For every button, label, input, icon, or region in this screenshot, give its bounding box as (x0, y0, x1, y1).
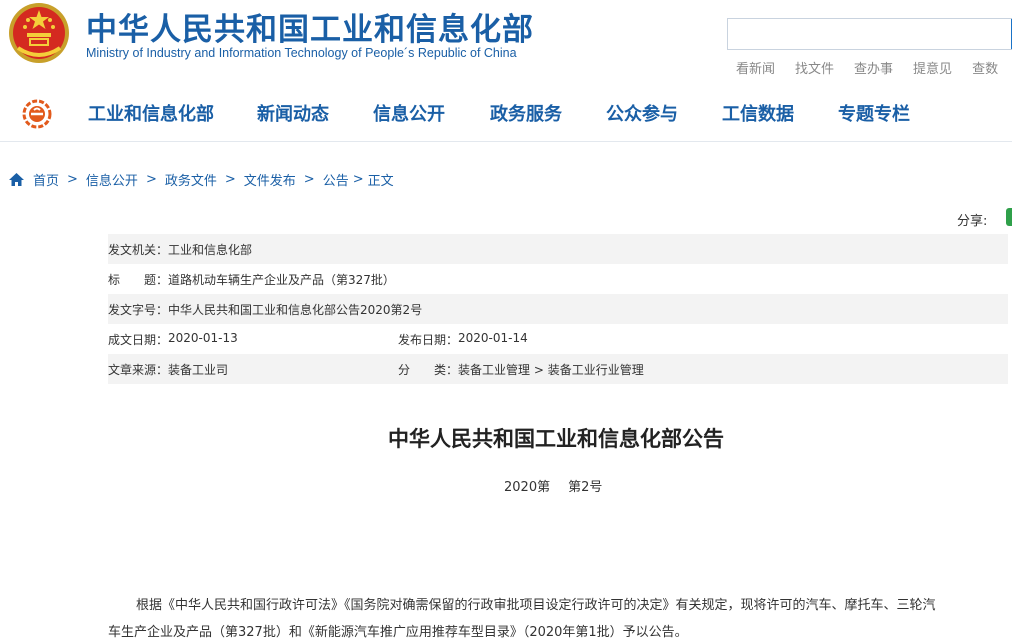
quick-link-documents[interactable]: 找文件 (795, 58, 834, 77)
meta-source-label: 文章来源： (108, 362, 169, 377)
site-title[interactable]: 中华人民共和国工业和信息化部 (86, 4, 534, 49)
breadcrumb-separator: > (352, 172, 364, 187)
meta-issuer-value: 工业和信息化部 (168, 242, 253, 257)
breadcrumb-announcement[interactable]: 公告 (323, 170, 349, 189)
breadcrumb-document-release[interactable]: 文件发布 (244, 170, 296, 189)
meta-source-value: 装备工业司 (168, 362, 229, 377)
quick-links: 看新闻 找文件 查办事 提意见 查数 (736, 58, 998, 77)
meta-category-value: 装备工业管理 > 装备工业行业管理 (458, 362, 644, 377)
meta-row-dates: 成文日期： 2020-01-13 发布日期： 2020-01-14 (108, 324, 1008, 354)
breadcrumb-home[interactable]: 首页 (33, 170, 59, 189)
nav-item-data[interactable]: 工信数据 (722, 100, 838, 126)
national-emblem-icon (9, 3, 69, 63)
nav-item-public-participation[interactable]: 公众参与 (606, 100, 722, 126)
miit-logo-icon (22, 99, 52, 129)
article-paragraph-line: 根据《中华人民共和国行政许可法》《国务院对确需保留的行政审批项目设定行政许可的决… (136, 598, 936, 613)
nav-item-info-disclosure[interactable]: 信息公开 (373, 100, 490, 126)
nav-items: 工业和信息化部 新闻动态 信息公开 政务服务 公众参与 工信数据 专题专栏 (88, 100, 938, 126)
quick-link-services[interactable]: 查办事 (854, 58, 893, 77)
meta-title-label: 标 题： (108, 272, 169, 287)
nav-item-ministry[interactable]: 工业和信息化部 (88, 100, 257, 126)
article-year: 2020第 (504, 480, 551, 495)
main-nav: 工业和信息化部 新闻动态 信息公开 政务服务 公众参与 工信数据 专题专栏 (0, 84, 1012, 142)
meta-created-label: 成文日期： (108, 332, 169, 347)
breadcrumb-separator: > (303, 172, 315, 187)
article-title: 中华人民共和国工业和信息化部公告 (388, 427, 724, 451)
meta-row-issuer: 发文机关： 工业和信息化部 (108, 234, 1008, 264)
nav-item-news[interactable]: 新闻动态 (257, 100, 373, 126)
meta-doc-number-label: 发文字号： (108, 302, 169, 317)
article-number: 第2号 (568, 480, 603, 495)
search-input[interactable] (727, 18, 1012, 50)
meta-doc-number-value: 中华人民共和国工业和信息化部公告2020第2号 (168, 302, 423, 317)
nav-item-gov-services[interactable]: 政务服务 (490, 100, 606, 126)
meta-source-cell: 文章来源： 装备工业司 (108, 361, 398, 378)
meta-row-source: 文章来源： 装备工业司 分 类： 装备工业管理 > 装备工业行业管理 (108, 354, 1008, 384)
meta-published-value: 2020-01-14 (458, 330, 528, 345)
breadcrumb-info-disclosure[interactable]: 信息公开 (86, 170, 138, 189)
breadcrumb-gov-documents[interactable]: 政务文件 (165, 170, 217, 189)
site-subtitle: Ministry of Industry and Information Tec… (86, 46, 517, 60)
meta-row-doc-number: 发文字号： 中华人民共和国工业和信息化部公告2020第2号 (108, 294, 1008, 324)
quick-link-news[interactable]: 看新闻 (736, 58, 775, 77)
meta-published-label: 发布日期： (398, 332, 459, 347)
article-body: 根据《中华人民共和国行政许可法》《国务院对确需保留的行政审批项目设定行政许可的决… (108, 592, 1012, 641)
breadcrumb-separator: > (67, 172, 78, 187)
meta-created-cell: 成文日期： 2020-01-13 (108, 331, 398, 348)
meta-category-cell: 分 类： 装备工业管理 > 装备工业行业管理 (398, 361, 644, 378)
meta-category-label: 分 类： (398, 362, 459, 377)
meta-created-value: 2020-01-13 (168, 330, 238, 345)
meta-title-value: 道路机动车辆生产企业及产品（第327批） (168, 272, 395, 287)
wechat-share-icon[interactable] (1006, 208, 1012, 226)
quick-link-feedback[interactable]: 提意见 (913, 58, 952, 77)
share-label: 分享: (957, 214, 988, 229)
breadcrumb: 首页 > 信息公开 > 政务文件 > 文件发布 > 公告 > 正文 (8, 170, 394, 189)
meta-published-cell: 发布日期： 2020-01-14 (398, 331, 528, 348)
document-metadata: 发文机关： 工业和信息化部 标 题： 道路机动车辆生产企业及产品（第327批） … (108, 234, 1008, 384)
home-icon (9, 173, 24, 186)
article-doc-number: 2020第 第2号 (504, 476, 602, 495)
breadcrumb-current: 正文 (367, 174, 394, 189)
nav-item-topics[interactable]: 专题专栏 (838, 100, 938, 126)
site-header: 中华人民共和国工业和信息化部 Ministry of Industry and … (0, 0, 1012, 84)
meta-row-title: 标 题： 道路机动车辆生产企业及产品（第327批） (108, 264, 1008, 294)
article-paragraph-line: 车生产企业及产品（第327批）和《新能源汽车推广应用推荐车型目录》（2020年第… (108, 625, 688, 640)
meta-issuer-label: 发文机关： (108, 242, 169, 257)
breadcrumb-separator: > (145, 172, 157, 187)
breadcrumb-separator: > (224, 172, 236, 187)
quick-link-data[interactable]: 查数 (972, 58, 998, 77)
